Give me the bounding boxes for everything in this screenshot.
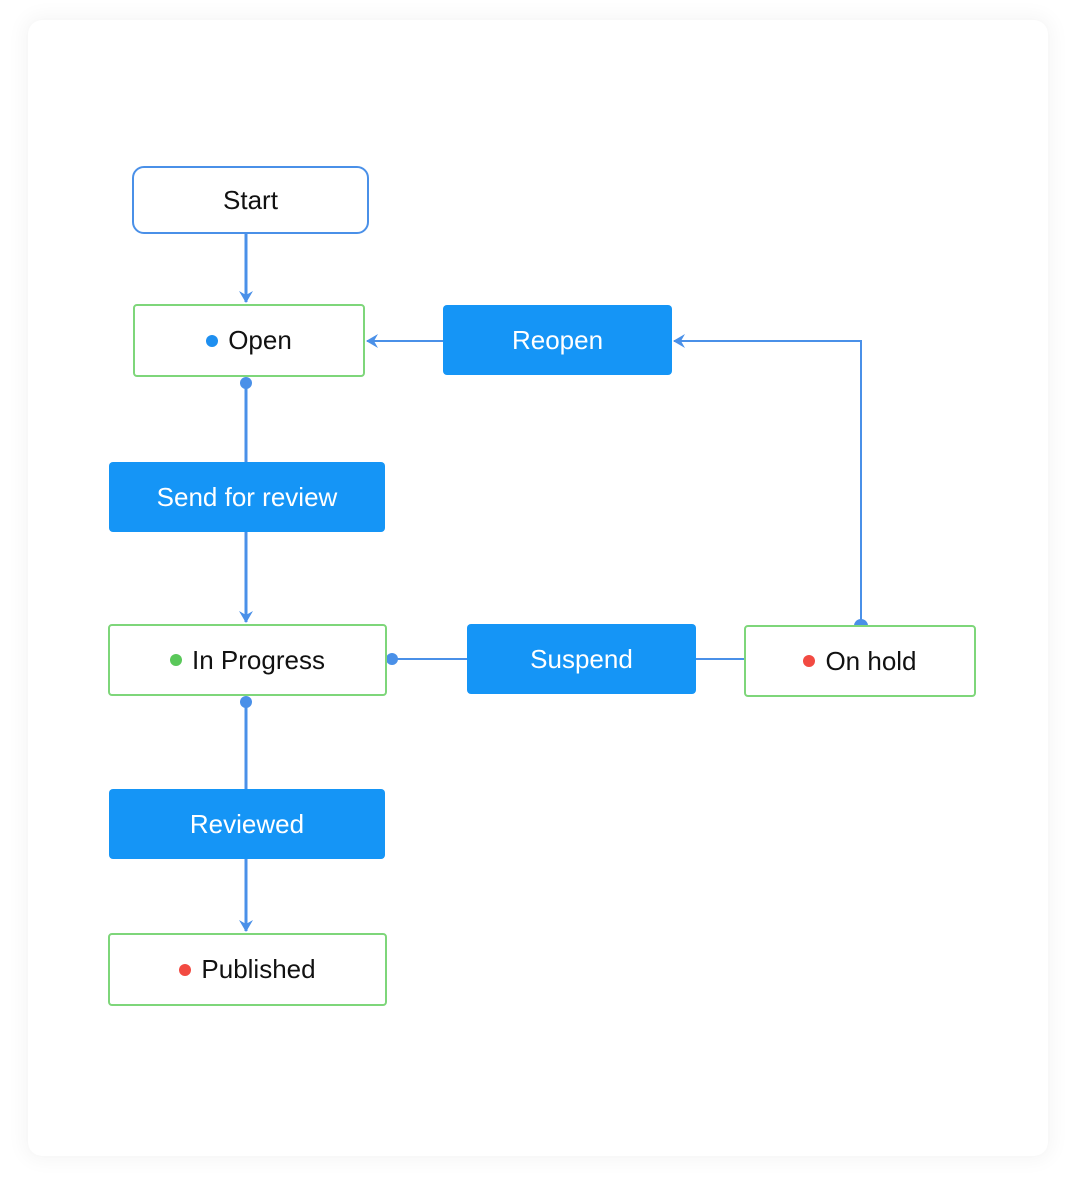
action-send-for-review[interactable]: Send for review [109, 462, 385, 532]
action-suspend-label: Suspend [530, 643, 633, 674]
state-start-label: Start [223, 184, 278, 215]
status-dot-icon [179, 963, 192, 976]
action-suspend[interactable]: Suspend [467, 624, 696, 694]
state-published-label: Published [201, 954, 316, 984]
state-in-progress-label: In Progress [192, 644, 325, 675]
state-start[interactable]: Start [132, 166, 369, 234]
action-reopen-label: Reopen [511, 324, 604, 355]
action-send-for-review-label: Send for review [156, 481, 338, 512]
state-on-hold[interactable]: On hold [744, 625, 976, 697]
state-published[interactable]: Published [108, 933, 387, 1006]
action-reviewed-label: Reviewed [189, 808, 305, 839]
action-reviewed[interactable]: Reviewed [109, 789, 385, 859]
status-dot-icon [206, 334, 219, 347]
state-in-progress[interactable]: In Progress [108, 624, 387, 696]
state-open-label: Open [228, 325, 292, 355]
state-on-hold-label: On hold [825, 645, 917, 676]
state-open[interactable]: Open [133, 304, 365, 377]
status-dot-icon [170, 654, 183, 666]
action-reopen[interactable]: Reopen [443, 305, 672, 375]
status-dot-icon [803, 655, 816, 667]
